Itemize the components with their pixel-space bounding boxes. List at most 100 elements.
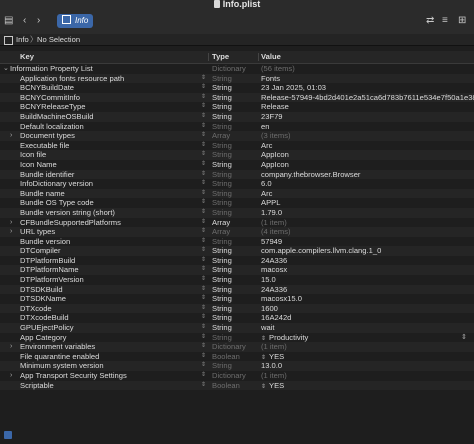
key-stepper-icon[interactable]: ⇕	[201, 179, 206, 189]
key-stepper-icon[interactable]: ⇕	[201, 361, 206, 371]
row-value[interactable]: Arc	[261, 189, 474, 199]
row-value[interactable]: en	[261, 122, 474, 132]
key-stepper-icon[interactable]: ⇕	[201, 208, 206, 218]
row-key[interactable]: BCNYBuildDate	[20, 83, 198, 93]
row-key[interactable]: CFBundleSupportedPlatforms	[20, 218, 198, 228]
sidebar-toggle-icon[interactable]: ▤	[4, 16, 13, 26]
row-type[interactable]: String	[212, 170, 258, 180]
disclosure-collapsed-icon[interactable]: ›	[10, 131, 12, 141]
plist-row[interactable]: Scriptable ⇕ Boolean ⇕ YES	[0, 380, 474, 393]
row-value[interactable]: macosx	[261, 265, 474, 275]
column-divider[interactable]	[258, 53, 259, 61]
plist-row[interactable]: App Category ⇕ String ⇕ Productivity ⇕	[0, 333, 474, 343]
row-key[interactable]: DTPlatformName	[20, 265, 198, 275]
row-type[interactable]: String	[212, 313, 258, 323]
key-stepper-icon[interactable]: ⇕	[201, 371, 206, 381]
row-key[interactable]: InfoDictionary version	[20, 179, 198, 189]
plist-row[interactable]: Minimum system version ⇕ String 13.0.0	[0, 361, 474, 371]
disclosure-collapsed-icon[interactable]: ›	[10, 342, 12, 352]
plist-row[interactable]: DTSDKName ⇕ String macosx15.0	[0, 294, 474, 304]
plist-row[interactable]: Default localization ⇕ String en	[0, 122, 474, 132]
key-stepper-icon[interactable]: ⇕	[201, 218, 206, 228]
row-type[interactable]: String	[212, 323, 258, 333]
row-value[interactable]: 24A336	[261, 285, 474, 295]
breadcrumb-item-selection[interactable]: No Selection	[37, 34, 80, 45]
row-key[interactable]: Bundle name	[20, 189, 198, 199]
row-key[interactable]: DTCompiler	[20, 246, 198, 256]
row-value[interactable]: 23 Jan 2025, 01:03	[261, 83, 474, 93]
row-value[interactable]: (56 items)	[261, 64, 474, 74]
plist-row[interactable]: DTPlatformName ⇕ String macosx	[0, 265, 474, 276]
row-type[interactable]: String	[212, 74, 258, 84]
key-stepper-icon[interactable]: ⇕	[201, 131, 206, 141]
row-type[interactable]: Array	[212, 131, 258, 141]
key-stepper-icon[interactable]: ⇕	[201, 93, 206, 103]
row-value[interactable]: AppIcon	[261, 160, 474, 170]
plist-row[interactable]: DTXcodeBuild ⇕ String 16A242d	[0, 313, 474, 323]
row-type[interactable]: Dictionary	[212, 64, 258, 74]
key-stepper-icon[interactable]: ⇕	[201, 323, 206, 333]
key-stepper-icon[interactable]: ⇕	[201, 83, 206, 93]
row-type[interactable]: String	[212, 93, 258, 103]
row-type[interactable]: String	[212, 112, 258, 122]
row-value[interactable]: (3 items)	[261, 131, 474, 141]
row-value[interactable]: com.apple.compilers.llvm.clang.1_0	[261, 246, 474, 256]
row-value[interactable]: AppIcon	[261, 150, 474, 160]
plist-row[interactable]: Bundle version string (short) ⇕ String 1.79…	[0, 207, 474, 218]
swap-arrows-icon[interactable]: ⇄	[426, 16, 434, 26]
row-value[interactable]: 1.79.0	[261, 208, 474, 218]
row-value[interactable]: 24A336	[261, 256, 474, 266]
key-stepper-icon[interactable]: ⇕	[201, 333, 206, 343]
row-type[interactable]: String	[212, 333, 258, 343]
plist-row[interactable]: BCNYReleaseType ⇕ String Release	[0, 102, 474, 112]
navigator-icon[interactable]	[4, 431, 12, 439]
row-type[interactable]: String	[212, 294, 258, 304]
row-value[interactable]: 15.0	[261, 275, 474, 285]
row-key[interactable]: Executable file	[20, 141, 198, 151]
row-type[interactable]: String	[212, 189, 258, 199]
key-stepper-icon[interactable]: ⇕	[201, 304, 206, 314]
key-stepper-icon[interactable]: ⇕	[201, 294, 206, 304]
row-type[interactable]: Array	[212, 227, 258, 237]
row-type[interactable]: String	[212, 246, 258, 256]
row-type[interactable]: Boolean	[212, 352, 258, 362]
row-key[interactable]: Environment variables	[20, 342, 198, 352]
row-value[interactable]: Fonts	[261, 74, 474, 84]
row-key[interactable]: Icon Name	[20, 160, 198, 170]
row-value[interactable]: Release	[261, 102, 474, 112]
row-key[interactable]: Bundle OS Type code	[20, 198, 198, 208]
row-value[interactable]: ⇕ YES	[261, 381, 474, 393]
row-key[interactable]: DTPlatformBuild	[20, 256, 198, 266]
plist-row[interactable]: › CFBundleSupportedPlatforms ⇕ Array (1 item…	[0, 218, 474, 228]
row-key[interactable]: Scriptable	[20, 381, 198, 391]
row-key[interactable]: Bundle identifier	[20, 170, 198, 180]
plist-row[interactable]: › Document types ⇕ Array (3 items)	[0, 131, 474, 141]
plist-row[interactable]: Bundle name ⇕ String Arc	[0, 188, 474, 199]
row-key[interactable]: File quarantine enabled	[20, 352, 198, 362]
plist-row[interactable]: InfoDictionary version ⇕ String 6.0	[0, 179, 474, 189]
row-value[interactable]: (1 item)	[261, 342, 474, 352]
row-value[interactable]: 1600	[261, 304, 474, 314]
plist-row[interactable]: DTPlatformBuild ⇕ String 24A336	[0, 256, 474, 266]
row-key[interactable]: Information Property List	[10, 64, 188, 74]
row-value[interactable]: 16A242d	[261, 313, 474, 323]
plist-row[interactable]: Bundle version ⇕ String 57949	[0, 237, 474, 247]
plist-row[interactable]: ⌄ Information Property List Dictionary (56 …	[0, 64, 474, 74]
plist-row[interactable]: › Environment variables ⇕ Dictionary (1 item…	[0, 342, 474, 352]
row-key[interactable]: DTPlatformVersion	[20, 275, 198, 285]
row-type[interactable]: String	[212, 285, 258, 295]
key-stepper-icon[interactable]: ⇕	[201, 160, 206, 170]
row-key[interactable]: Minimum system version	[20, 361, 198, 371]
disclosure-collapsed-icon[interactable]: ›	[10, 218, 12, 228]
column-header-type[interactable]: Type	[212, 51, 229, 63]
key-stepper-icon[interactable]: ⇕	[201, 342, 206, 352]
row-type[interactable]: String	[212, 83, 258, 93]
key-stepper-icon[interactable]: ⇕	[201, 381, 206, 391]
row-type[interactable]: String	[212, 160, 258, 170]
plist-row[interactable]: Application fonts resource path ⇕ String Fo…	[0, 73, 474, 84]
row-key[interactable]: Application fonts resource path	[20, 74, 198, 84]
row-type[interactable]: String	[212, 102, 258, 112]
row-type[interactable]: String	[212, 208, 258, 218]
row-value[interactable]: APPL	[261, 198, 474, 208]
plist-row[interactable]: DTXcode ⇕ String 1600	[0, 303, 474, 314]
